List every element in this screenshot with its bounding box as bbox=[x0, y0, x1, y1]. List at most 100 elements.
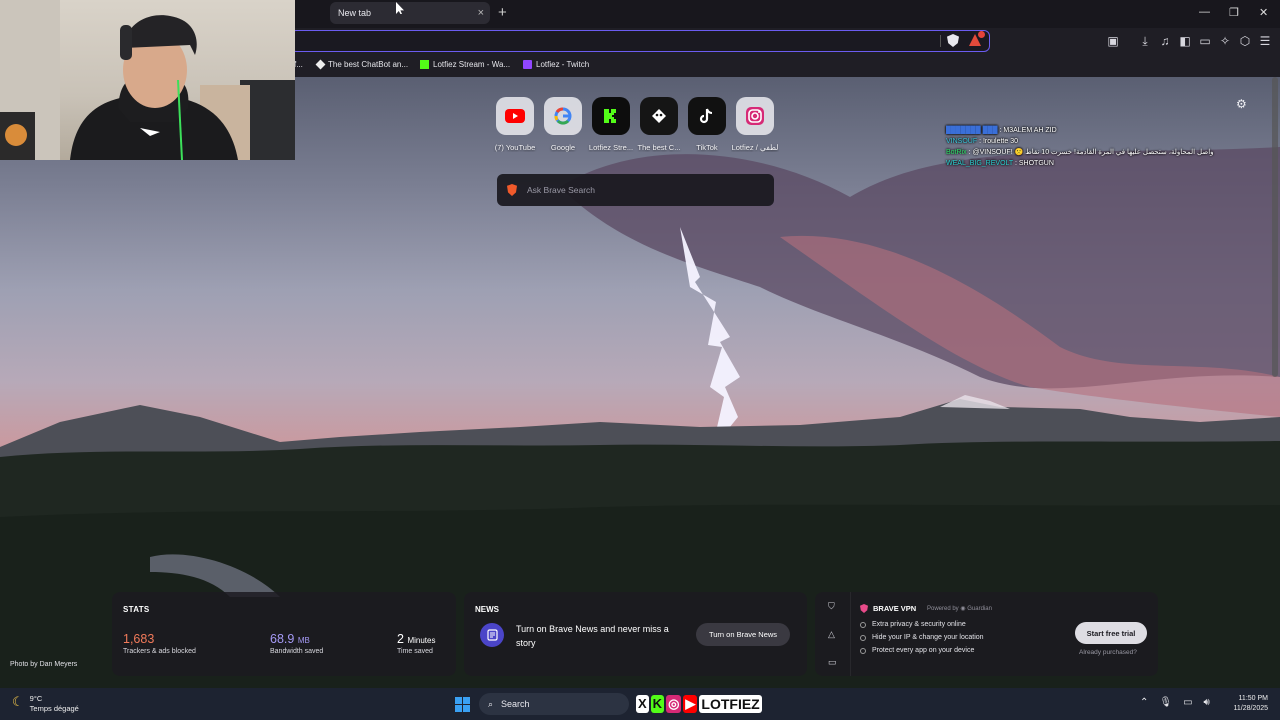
top-site-label: (7) YouTube bbox=[494, 143, 536, 152]
top-site-kick[interactable]: Lotfiez Stre... bbox=[587, 97, 635, 152]
news-promo-text: Turn on Brave News and never miss a stor… bbox=[516, 624, 669, 648]
volume-icon[interactable]: 🔊︎ bbox=[1204, 697, 1210, 708]
vpn-logo-icon bbox=[860, 604, 868, 613]
photo-credit[interactable]: Photo by Dan Meyers bbox=[10, 661, 77, 668]
top-site-youtube[interactable]: (7) YouTube bbox=[491, 97, 539, 152]
warning-icon[interactable]: △ bbox=[828, 629, 835, 640]
tab-new-tab[interactable]: New tab × bbox=[330, 2, 490, 24]
windows-start-icon[interactable] bbox=[455, 697, 470, 712]
stat-value: 1,683 bbox=[123, 632, 155, 646]
top-sites: (7) YouTube Google Lotfiez Stre... The b… bbox=[490, 97, 790, 157]
bookmark-label: Lotfiez Stream - Wa... bbox=[433, 60, 511, 69]
media-icon[interactable]: ♫ bbox=[1158, 34, 1172, 48]
stat-trackers: 1,683 Trackers & ads blocked bbox=[123, 632, 196, 655]
vpn-feature: Protect every app on your device bbox=[860, 647, 974, 654]
tiktok-icon bbox=[688, 97, 726, 135]
vpn-feature-text: Protect every app on your device bbox=[872, 647, 975, 654]
vpn-feature-text: Hide your IP & change your location bbox=[872, 634, 984, 641]
shield-icon[interactable]: ⛉ bbox=[828, 601, 835, 612]
weather-desc: Temps dégagé bbox=[29, 704, 79, 713]
top-site-google[interactable]: Google bbox=[539, 97, 587, 152]
leo-ai-icon[interactable]: ✧ bbox=[1218, 34, 1232, 48]
menu-icon[interactable]: ☰ bbox=[1258, 34, 1272, 48]
kick-icon bbox=[592, 97, 630, 135]
scrollbar[interactable] bbox=[1272, 77, 1278, 377]
bookmark-item[interactable]: Lotfiez - Twitch bbox=[523, 60, 589, 69]
chat-message: BotRix : @VINSOUF! 🙁 واصل المحاولة، ستحص… bbox=[946, 147, 1262, 158]
stream-chat-overlay: ███████ ███ : M3ALEM AH ZID VINSOUF : !r… bbox=[946, 125, 1266, 169]
check-icon bbox=[860, 621, 866, 628]
youtube-icon bbox=[496, 97, 534, 135]
top-site-label: Lotfiez Stre... bbox=[588, 143, 634, 152]
top-site-tiktok[interactable]: TikTok bbox=[683, 97, 731, 152]
chat-message: ███████ ███ : M3ALEM AH ZID bbox=[946, 125, 1266, 136]
top-site-label: Lotfiez / لطفي bbox=[731, 143, 779, 152]
vpn-icon[interactable]: ⬡ bbox=[1238, 34, 1252, 48]
minimize-button[interactable]: — bbox=[1199, 6, 1210, 18]
vpn-title-text: BRAVE VPN bbox=[873, 604, 917, 613]
close-window-button[interactable]: ✕ bbox=[1259, 6, 1268, 19]
new-tab-button[interactable]: + bbox=[498, 4, 507, 21]
chat-message: VINSOUF : !roulette 30 bbox=[946, 136, 1266, 147]
downloads-icon[interactable]: ⤓ bbox=[1138, 34, 1152, 48]
chat-username: WEAL_BIG_REVOLT bbox=[946, 160, 1014, 167]
kick-logo-icon: K bbox=[650, 695, 665, 713]
already-purchased-link[interactable]: Already purchased? bbox=[1079, 649, 1137, 656]
stat-value: 2 bbox=[397, 632, 404, 646]
chat-text: : @VINSOUF! 🙁 واصل المحاولة، ستحصل عليها… bbox=[968, 149, 1214, 156]
search-icon: ⌕ bbox=[488, 698, 494, 709]
clock-date: 11/28/2025 bbox=[1233, 705, 1268, 712]
display-icon[interactable]: ▭ bbox=[1183, 697, 1192, 708]
vpn-feature: Hide your IP & change your location bbox=[860, 634, 984, 641]
top-site-label: Google bbox=[550, 143, 576, 152]
chat-username: VINSOUF bbox=[946, 138, 978, 145]
vpn-title: BRAVE VPN bbox=[860, 604, 916, 613]
sidebar-icon[interactable]: ◧ bbox=[1178, 34, 1192, 48]
top-site-instagram[interactable]: Lotfiez / لطفي bbox=[731, 97, 779, 152]
brave-shields-icon[interactable] bbox=[947, 34, 959, 47]
address-bar-divider bbox=[940, 35, 941, 47]
bookmark-item[interactable]: f... bbox=[294, 60, 303, 69]
news-icon bbox=[480, 623, 504, 647]
stat-unit: MB bbox=[297, 636, 310, 645]
twitch-icon bbox=[523, 60, 532, 69]
video-icon[interactable]: ▭ bbox=[828, 657, 837, 668]
chatbot-icon bbox=[640, 97, 678, 135]
chevron-up-icon[interactable]: ⌃ bbox=[1140, 697, 1148, 708]
close-tab-icon[interactable]: × bbox=[478, 7, 484, 19]
vpn-widget: ⛉ △ ▭ BRAVE VPN Powered by ◉ Guardian Ex… bbox=[815, 592, 1158, 676]
maximize-button[interactable]: ❐ bbox=[1229, 6, 1239, 19]
stat-caption: Bandwidth saved bbox=[270, 648, 324, 655]
start-free-trial-button[interactable]: Start free trial bbox=[1075, 622, 1147, 644]
wallet-icon[interactable]: ▭ bbox=[1198, 34, 1212, 48]
tab-search-icon[interactable]: ▣ bbox=[1106, 34, 1120, 48]
brave-lion-icon bbox=[507, 184, 517, 196]
taskbar-search[interactable]: ⌕ Search bbox=[479, 693, 629, 715]
windows-taskbar: ☾ 9°C Temps dégagé ⌕ Search X K ◎ ▶ LOTF… bbox=[0, 688, 1280, 720]
turn-on-news-button[interactable]: Turn on Brave News bbox=[696, 623, 790, 646]
microphone-icon[interactable]: 🎙︎ bbox=[1159, 697, 1172, 708]
lotfiez-logo-text: LOTFIEZ bbox=[699, 695, 762, 713]
instagram-logo-icon: ◎ bbox=[666, 695, 682, 713]
chat-message: WEAL_BIG_REVOLT : SHOTGUN bbox=[946, 158, 1266, 169]
bookmark-item[interactable]: The best ChatBot an... bbox=[315, 59, 409, 70]
kick-icon bbox=[420, 60, 429, 69]
brave-search-box[interactable]: Ask Brave Search bbox=[497, 174, 774, 206]
address-bar[interactable] bbox=[290, 30, 990, 52]
weather-widget[interactable]: ☾ 9°C Temps dégagé bbox=[12, 694, 79, 714]
bookmark-label: f... bbox=[294, 60, 303, 69]
gear-icon[interactable]: ⚙ bbox=[1236, 97, 1247, 111]
clock-time: 11:50 PM bbox=[1238, 695, 1268, 702]
news-header: NEWS bbox=[475, 605, 499, 614]
check-icon bbox=[860, 634, 866, 641]
bookmark-label: The best ChatBot an... bbox=[328, 60, 409, 69]
tab-title: New tab bbox=[338, 8, 372, 18]
weather-temp: 9°C bbox=[29, 694, 43, 703]
moon-icon: ☾ bbox=[12, 694, 24, 709]
system-clock[interactable]: 11:50 PM 11/28/2025 bbox=[1222, 694, 1268, 714]
bookmark-item[interactable]: Lotfiez Stream - Wa... bbox=[420, 60, 510, 69]
top-site-chatbot[interactable]: The best C... bbox=[635, 97, 683, 152]
stat-time: 2 Minutes Time saved bbox=[397, 632, 435, 655]
chat-text: : SHOTGUN bbox=[1015, 160, 1054, 167]
vpn-feature: Extra privacy & security online bbox=[860, 621, 966, 628]
